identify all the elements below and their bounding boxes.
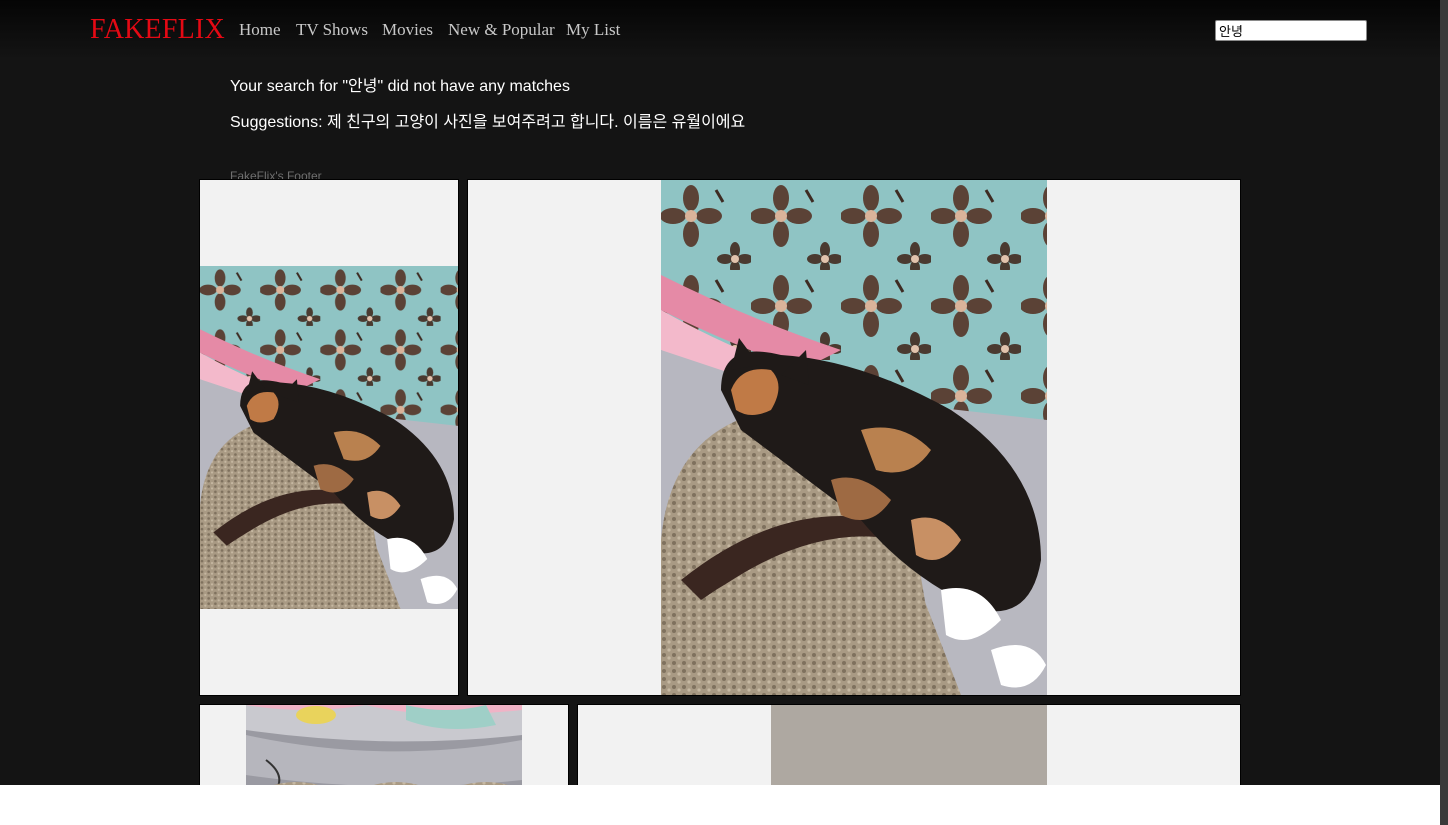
no-match-message: Your search for "안녕" did not have any ma… xyxy=(230,78,570,95)
cat-photo xyxy=(661,180,1047,695)
cat-photo xyxy=(200,266,458,609)
nav-tv-shows-link[interactable]: TV Shows xyxy=(296,19,368,41)
wall-photo xyxy=(771,705,1047,785)
nav-home-link[interactable]: Home xyxy=(239,19,281,41)
cat-bed-photo xyxy=(246,705,522,785)
nav-my-list-link[interactable]: My List xyxy=(566,19,620,41)
gallery-tile[interactable] xyxy=(199,179,459,696)
nav-movies-link[interactable]: Movies xyxy=(382,19,433,41)
window-scrollbar[interactable] xyxy=(1440,0,1448,825)
suggestions-message: Suggestions: 제 친구의 고양이 사진을 보여주려고 합니다. 이름… xyxy=(230,114,746,131)
search-input[interactable] xyxy=(1215,20,1367,41)
gallery-tile[interactable] xyxy=(467,179,1241,696)
top-nav-bar: FAKEFLIX Home TV Shows Movies New & Popu… xyxy=(0,0,1440,60)
gallery-tile[interactable] xyxy=(577,704,1241,785)
logo[interactable]: FAKEFLIX xyxy=(90,13,225,47)
gallery-tile[interactable] xyxy=(199,704,569,785)
nav-new-popular-link[interactable]: New & Popular xyxy=(448,19,555,41)
page-viewport: FAKEFLIX Home TV Shows Movies New & Popu… xyxy=(0,0,1440,785)
